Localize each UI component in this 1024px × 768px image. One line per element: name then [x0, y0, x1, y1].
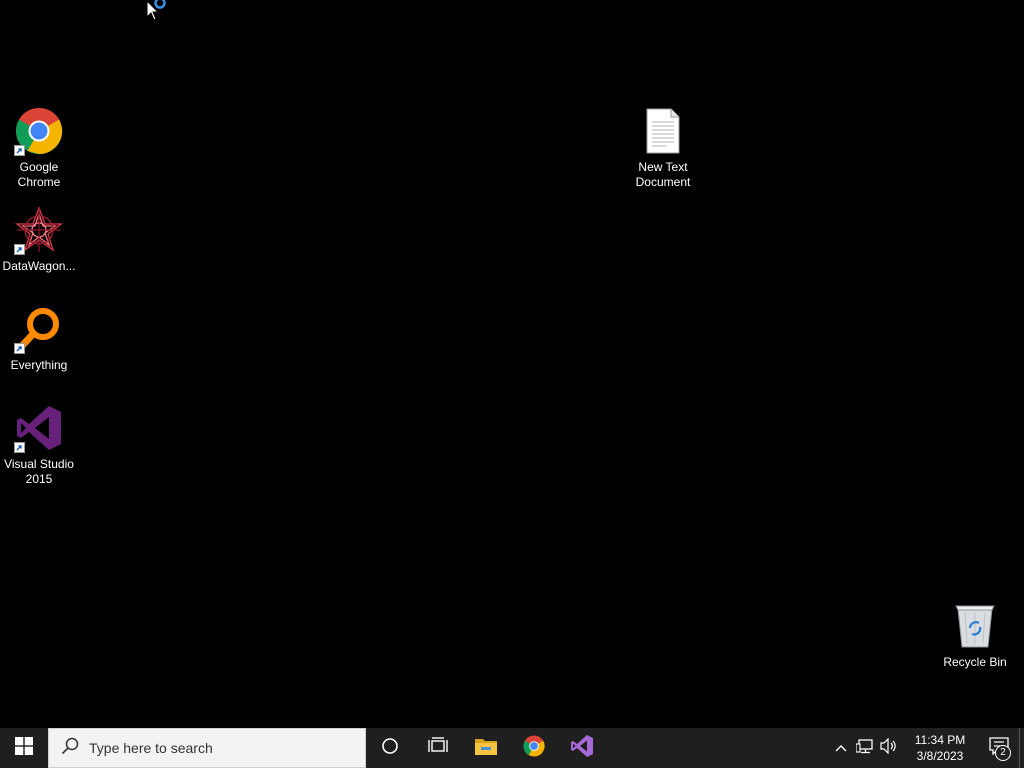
desktop[interactable]: Google Chrome DataWagon... Everything Vi…: [0, 0, 1024, 728]
show-hidden-icons-button[interactable]: [829, 728, 853, 768]
windows-logo-icon: [15, 736, 33, 760]
shortcut-arrow-icon: [14, 244, 25, 255]
busy-spinner-icon: [153, 0, 167, 15]
shortcut-arrow-icon: [14, 343, 25, 354]
clock-time: 11:34 PM: [914, 733, 966, 747]
desktop-icon-everything[interactable]: Everything: [1, 304, 77, 373]
taskbar-search-box[interactable]: Type here to search: [48, 728, 366, 768]
clock-date: 3/8/2023: [916, 749, 964, 763]
speaker-icon: [880, 737, 898, 759]
visual-studio-icon: [14, 403, 64, 453]
cortana-circle-icon: [381, 737, 399, 760]
taskbar: Type here to search 11:34 PM 3/8/2023 2: [0, 728, 1024, 768]
desktop-icon-label: Recycle Bin: [943, 655, 1007, 669]
desktop-icon-label: Everything: [10, 358, 68, 372]
desktop-icon-visual-studio-2015[interactable]: Visual Studio 2015: [1, 403, 77, 487]
chrome-icon: [14, 106, 64, 156]
network-button[interactable]: [853, 728, 877, 768]
search-placeholder: Type here to search: [89, 740, 213, 756]
text-document-icon: [638, 106, 688, 156]
desktop-icon-datawagon[interactable]: DataWagon...: [1, 205, 77, 274]
shortcut-arrow-icon: [14, 442, 25, 453]
datawagon-icon: [14, 205, 64, 255]
notification-count-badge: 2: [995, 745, 1011, 761]
chrome-icon: [523, 734, 545, 762]
task-view-icon: [428, 736, 448, 760]
chevron-up-icon: [835, 739, 847, 757]
action-center-button[interactable]: 2: [979, 728, 1019, 768]
taskbar-google-chrome[interactable]: [510, 728, 558, 768]
taskbar-clock[interactable]: 11:34 PM 3/8/2023: [907, 732, 973, 764]
recycle-bin-icon: [950, 601, 1000, 651]
cortana-button[interactable]: [366, 728, 414, 768]
network-icon: [855, 738, 874, 759]
volume-button[interactable]: [877, 728, 901, 768]
everything-icon: [14, 304, 64, 354]
desktop-icon-recycle-bin[interactable]: Recycle Bin: [937, 601, 1013, 670]
desktop-icon-label: New Text Document: [635, 160, 691, 189]
start-button[interactable]: [0, 728, 48, 768]
task-view-button[interactable]: [414, 728, 462, 768]
visual-studio-icon: [570, 734, 594, 763]
search-icon: [61, 737, 79, 760]
desktop-icon-label: Google Chrome: [17, 160, 61, 189]
desktop-icon-label: Visual Studio 2015: [4, 457, 74, 486]
desktop-icon-label: DataWagon...: [2, 259, 76, 273]
desktop-icon-new-text-document[interactable]: New Text Document: [625, 106, 701, 190]
file-explorer-icon: [474, 736, 498, 761]
taskbar-visual-studio[interactable]: [558, 728, 606, 768]
show-desktop-button[interactable]: [1019, 728, 1024, 768]
taskbar-file-explorer[interactable]: [462, 728, 510, 768]
system-tray: 11:34 PM 3/8/2023 2: [829, 728, 1024, 768]
shortcut-arrow-icon: [14, 145, 25, 156]
desktop-icon-google-chrome[interactable]: Google Chrome: [1, 106, 77, 190]
